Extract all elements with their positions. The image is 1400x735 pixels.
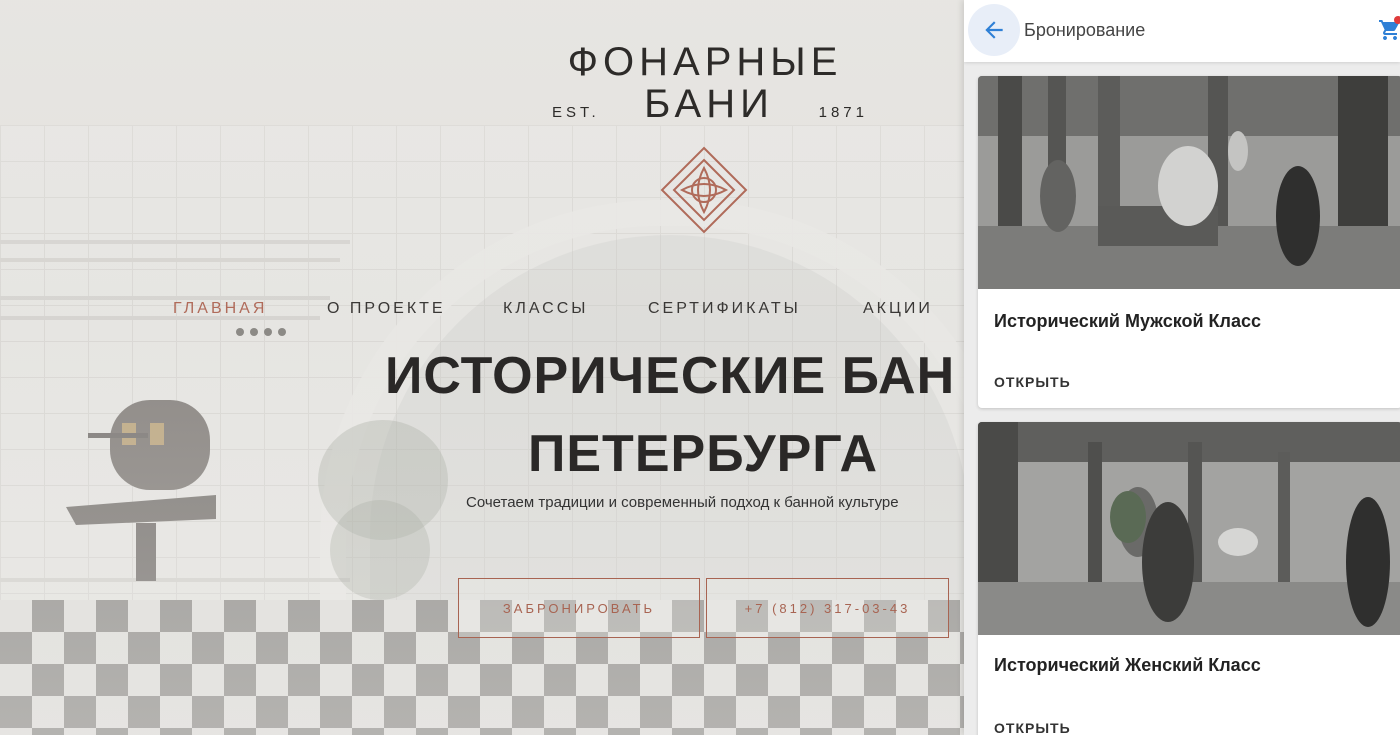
hero-headline-line1: ИСТОРИЧЕСКИЕ БАН <box>385 347 956 405</box>
nav-item-promotions[interactable]: АКЦИИ <box>863 300 933 318</box>
hero-tagline: Сочетаем традиции и современный подход к… <box>466 494 899 511</box>
logo-title: ФОНАРНЫЕ <box>567 40 843 84</box>
nav-item-about[interactable]: О ПРОЕКТЕ <box>327 300 446 318</box>
logo-year: 1871 <box>818 104 868 121</box>
logo-est: EST. <box>552 104 600 121</box>
card-image-women-engraving <box>978 422 1400 635</box>
nav-active-indicator <box>236 323 306 336</box>
card-title: Исторический Мужской Класс <box>994 311 1262 331</box>
arrow-left-icon <box>985 21 1003 39</box>
card-image-men-engraving <box>978 76 1400 289</box>
booking-title: Бронирование <box>1024 20 1146 40</box>
nav-item-classes[interactable]: КЛАССЫ <box>503 300 588 318</box>
nav-item-home[interactable]: ГЛАВНАЯ <box>173 300 267 318</box>
class-card-women[interactable]: Исторический Женский Класс ОТКРЫТЬ <box>978 422 1400 735</box>
phone-button[interactable]: +7 (812) 317-03-43 <box>706 578 949 638</box>
cart-badge <box>1394 16 1400 24</box>
main-nav: ГЛАВНАЯ О ПРОЕКТЕ КЛАССЫ СЕРТИФИКАТЫ АКЦ… <box>0 300 965 320</box>
back-button[interactable] <box>968 4 1020 56</box>
booking-panel: Бронирование Исторический Мужской Класс … <box>964 0 1400 735</box>
logo-bani: БАНИ <box>644 82 774 126</box>
hero-headline-line2: ПЕТЕРБУРГА <box>528 425 879 483</box>
logo-subline: EST. БАНИ 1871 <box>550 82 870 126</box>
booking-app-bar: Бронирование <box>964 0 1400 62</box>
open-button[interactable]: ОТКРЫТЬ <box>994 374 1071 390</box>
book-button[interactable]: ЗАБРОНИРОВАТЬ <box>458 578 700 638</box>
diamond-emblem-icon <box>660 146 748 234</box>
class-card-men[interactable]: Исторический Мужской Класс ОТКРЫТЬ <box>978 76 1400 408</box>
nav-item-certificates[interactable]: СЕРТИФИКАТЫ <box>648 300 801 318</box>
open-button[interactable]: ОТКРЫТЬ <box>994 720 1071 735</box>
card-title: Исторический Женский Класс <box>994 655 1261 675</box>
